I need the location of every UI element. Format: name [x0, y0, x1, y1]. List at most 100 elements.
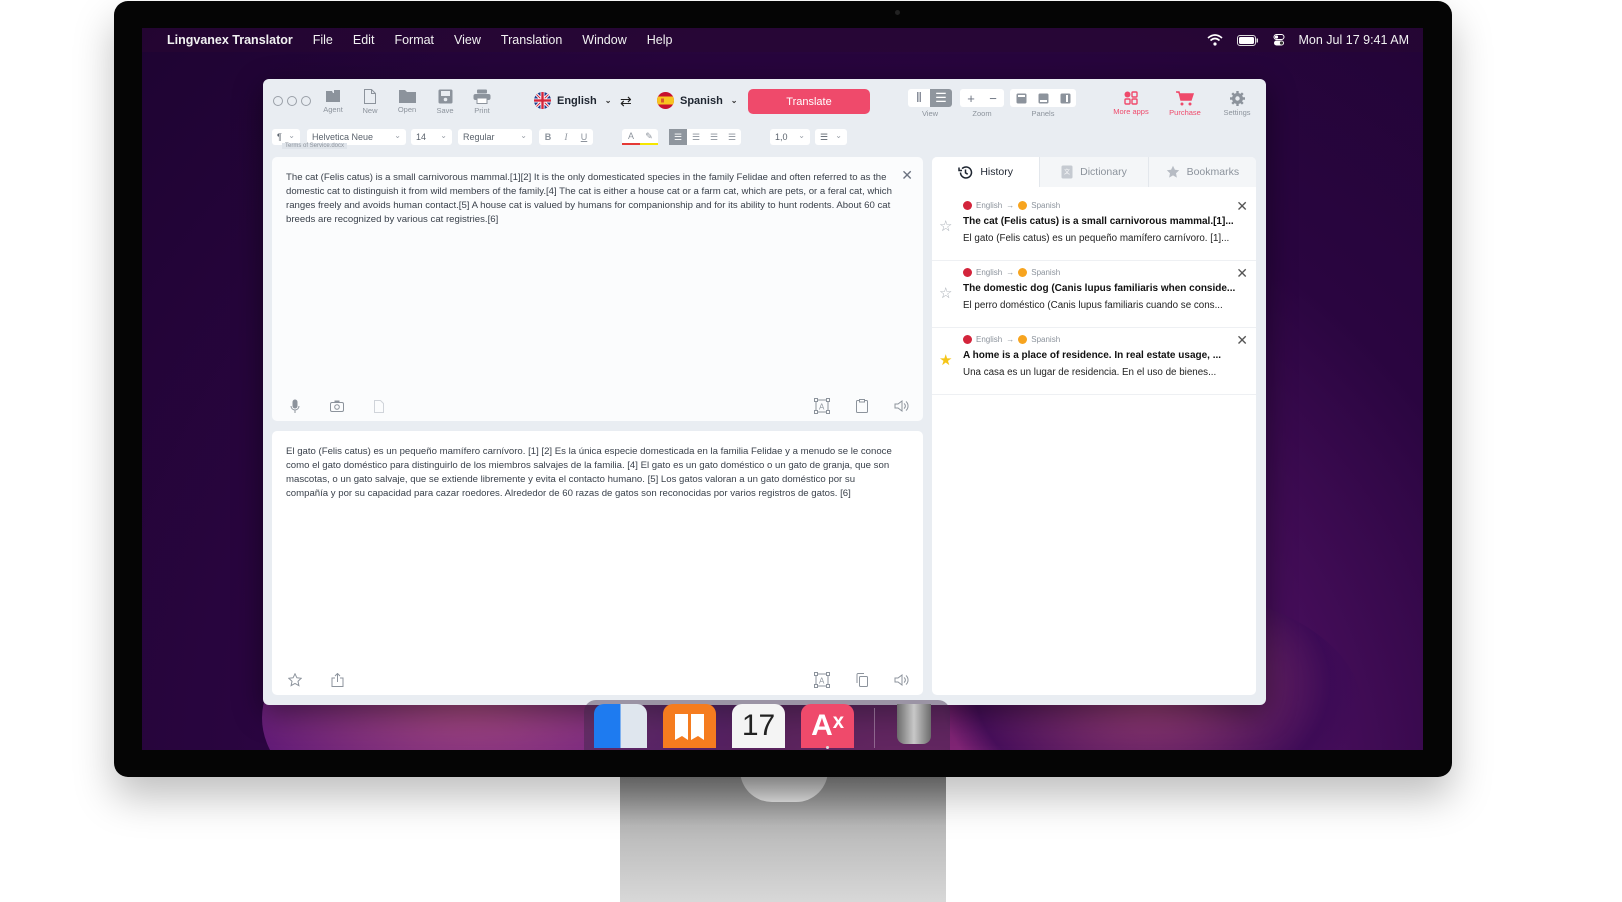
font-weight-select[interactable]: Regular ⌄ [458, 129, 532, 145]
open-button[interactable]: Open [389, 89, 425, 114]
line-spacing-select[interactable]: 1,0 ⌄ [770, 129, 810, 145]
lingvanex-dock-icon[interactable]: Aˣ [801, 704, 854, 748]
source-text-input[interactable]: The cat (Felis catus) is a small carnivo… [286, 171, 895, 227]
microphone-button[interactable] [286, 397, 304, 415]
purchase-button[interactable]: Purchase [1165, 91, 1205, 117]
microphone-icon [290, 399, 300, 413]
close-window-button[interactable] [273, 96, 283, 106]
zoom-out-button[interactable]: − [982, 89, 1004, 107]
control-center-icon[interactable] [1273, 34, 1285, 46]
panel-top-button[interactable] [1010, 89, 1032, 107]
text-color-button[interactable]: A [622, 129, 640, 145]
panel-bottom-button[interactable] [1032, 89, 1054, 107]
font-size-select[interactable]: 14 ⌄ [411, 129, 452, 145]
wifi-icon[interactable] [1206, 34, 1223, 46]
menu-format[interactable]: Format [394, 33, 434, 47]
swap-languages-button[interactable]: ⇄ [620, 93, 632, 110]
battery-icon[interactable] [1236, 34, 1259, 46]
history-item[interactable]: English → Spanish ★ A home is a place of… [932, 328, 1256, 395]
agent-button[interactable]: Agent [315, 89, 351, 114]
zoom-label: Zoom [972, 109, 992, 118]
color-group: A ✎ [622, 129, 658, 145]
align-right-button[interactable]: ☰ [705, 129, 723, 145]
delete-history-button[interactable]: ✕ [1236, 265, 1248, 282]
history-source-text: The cat (Felis catus) is a small carnivo… [963, 216, 1234, 227]
history-to-lang: Spanish [1031, 201, 1061, 210]
highlight-button[interactable]: ✎ [640, 129, 658, 145]
camera-icon [330, 400, 344, 412]
translator-window: Agent New Open Save Print English ⌄ ⇄ Sp… [263, 79, 1266, 705]
ocr-output-button[interactable]: A [813, 671, 831, 689]
menu-help[interactable]: Help [647, 33, 673, 47]
share-button[interactable] [328, 671, 346, 689]
menu-file[interactable]: File [313, 33, 333, 47]
tab-dictionary[interactable]: 文 Dictionary [1040, 157, 1149, 187]
apps-grid-icon [1124, 91, 1138, 105]
zoom-in-button[interactable]: + [960, 89, 982, 107]
target-language-select[interactable]: Spanish ⌄ [657, 92, 738, 109]
history-star-button[interactable]: ☆ [939, 284, 952, 302]
history-star-button[interactable]: ★ [939, 351, 952, 369]
star-icon [288, 673, 302, 687]
translate-button[interactable]: Translate [748, 89, 870, 114]
delete-history-button[interactable]: ✕ [1236, 198, 1248, 215]
history-item[interactable]: English → Spanish ☆ The cat (Felis catus… [932, 194, 1256, 261]
view-columns-button[interactable]: ⫴ [908, 89, 930, 107]
zoom-control: + − [960, 89, 1004, 107]
ocr-button[interactable]: A [813, 397, 831, 415]
copy-icon [856, 673, 868, 687]
menu-edit[interactable]: Edit [353, 33, 375, 47]
save-button[interactable]: Save [427, 89, 463, 115]
books-icon[interactable] [663, 704, 716, 748]
alignment-group: ☰ ☰ ☰ ☰ [669, 129, 741, 145]
align-left-button[interactable]: ☰ [669, 129, 687, 145]
copy-button[interactable] [853, 671, 871, 689]
arrow-right-icon: → [1006, 335, 1015, 344]
delete-history-button[interactable]: ✕ [1236, 332, 1248, 349]
italic-button[interactable]: I [557, 129, 575, 145]
panel-side-button[interactable] [1054, 89, 1076, 107]
new-button[interactable]: New [352, 89, 388, 115]
align-justify-button[interactable]: ☰ [723, 129, 741, 145]
clear-source-button[interactable]: ✕ [901, 167, 913, 184]
sidebar-panel: History 文 Dictionary Bookmarks English → [932, 157, 1256, 695]
print-button[interactable]: Print [464, 89, 500, 115]
minimize-window-button[interactable] [287, 96, 297, 106]
bookmark-translation-button[interactable] [286, 671, 304, 689]
history-item[interactable]: English → Spanish ☆ The domestic dog (Ca… [932, 261, 1256, 328]
speak-translation-button[interactable] [893, 671, 911, 689]
tab-bookmarks[interactable]: Bookmarks [1149, 157, 1256, 187]
gear-icon [1229, 91, 1245, 106]
speak-source-button[interactable] [893, 397, 911, 415]
trash-icon[interactable] [897, 704, 931, 744]
more-apps-button[interactable]: More apps [1109, 91, 1153, 116]
paste-button[interactable] [853, 397, 871, 415]
document-tab[interactable]: Terms of Service.docx [282, 143, 348, 149]
underline-button[interactable]: U [575, 129, 593, 145]
history-language-pair: English → Spanish [963, 201, 1060, 210]
menu-clock[interactable]: Mon Jul 17 9:41 AM [1299, 33, 1409, 47]
finder-icon[interactable] [594, 704, 647, 748]
settings-button[interactable]: Settings [1219, 91, 1255, 117]
menu-translation[interactable]: Translation [501, 33, 562, 47]
camera-button[interactable] [328, 397, 346, 415]
panels-label: Panels [1031, 109, 1055, 118]
tab-history[interactable]: History [932, 157, 1041, 187]
font-family-value: Helvetica Neue [312, 132, 374, 142]
speaker-icon [894, 400, 909, 412]
document-icon [374, 399, 384, 413]
menu-window[interactable]: Window [582, 33, 626, 47]
paragraph-icon: ¶ [277, 132, 282, 142]
menu-app-name[interactable]: Lingvanex Translator [167, 33, 293, 47]
svg-text:A: A [819, 403, 825, 412]
menu-view[interactable]: View [454, 33, 481, 47]
zoom-window-button[interactable] [301, 96, 311, 106]
open-file-button[interactable] [370, 397, 388, 415]
calendar-icon[interactable]: 17 [732, 704, 785, 748]
source-language-select[interactable]: English ⌄ [534, 92, 611, 109]
view-rows-button[interactable]: ☰ [930, 89, 952, 107]
align-center-button[interactable]: ☰ [687, 129, 705, 145]
list-style-select[interactable]: ☰ ⌄ [815, 129, 847, 145]
bold-button[interactable]: B [539, 129, 557, 145]
history-star-button[interactable]: ☆ [939, 217, 952, 235]
